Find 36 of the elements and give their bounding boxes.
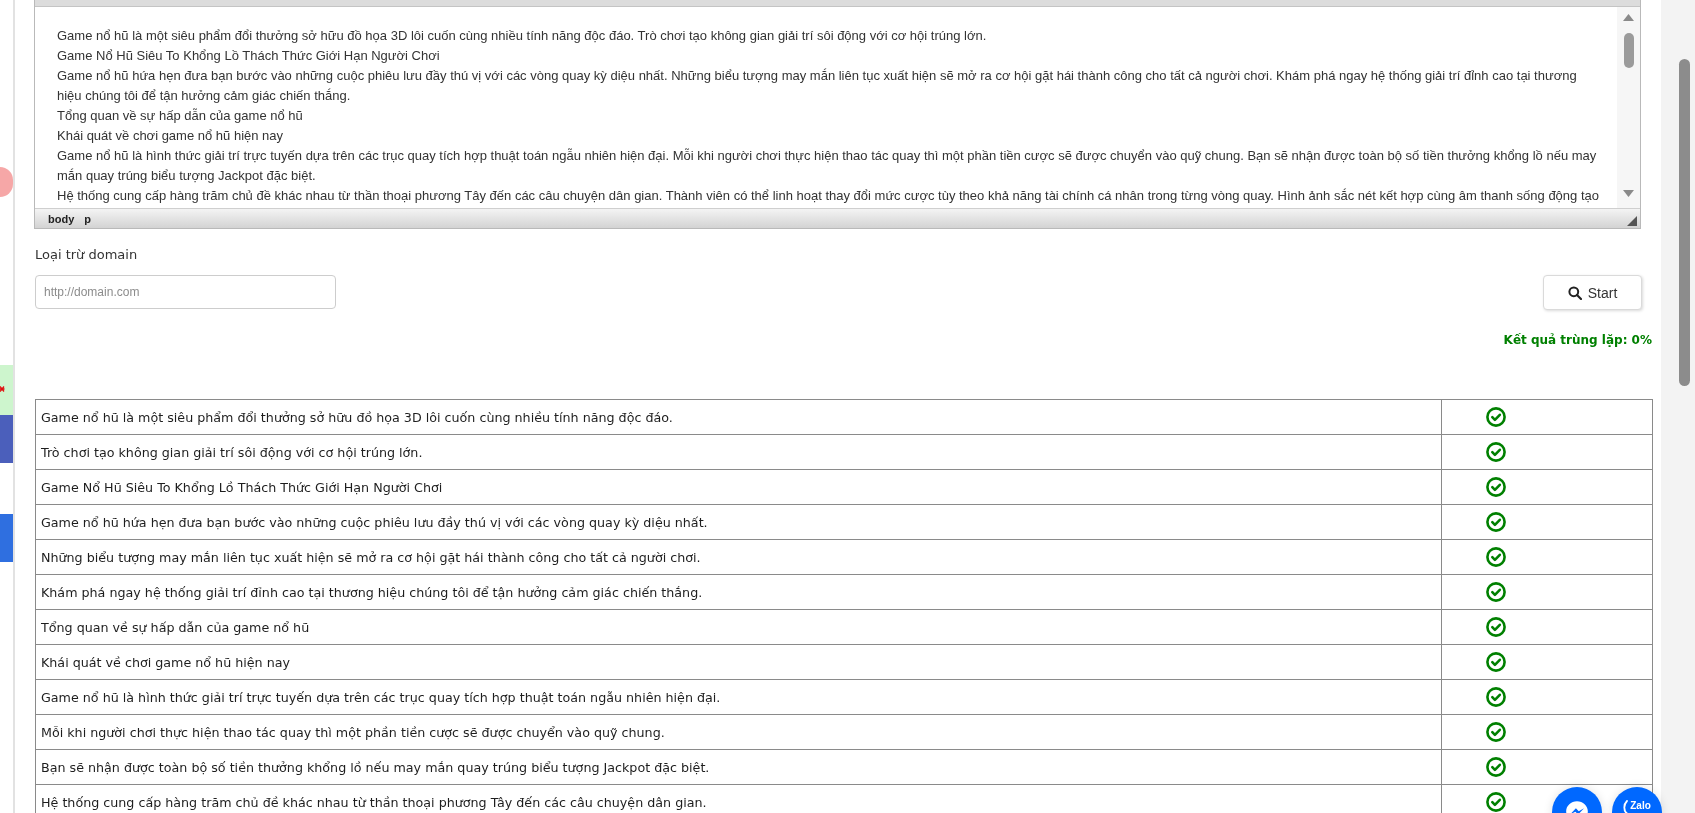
table-cell: Những biểu tượng may mắn liên tục xuất hiện sẽ mở ra cơ hội gặt hái thành công cho tất cả người chơi. (35, 539, 1442, 575)
path-item[interactable]: p (84, 212, 91, 225)
table-cell: Trò chơi tạo không gian giải trí sôi động với cơ hội trúng lớn. (35, 434, 1442, 470)
sidebar-tab[interactable] (0, 365, 13, 415)
scrollbar-thumb[interactable] (1679, 59, 1690, 386)
asterisk-icon (0, 385, 5, 393)
table-cell: Game nổ hũ là một siêu phẩm đổi thưởng sở hữu đồ họa 3D lôi cuốn cùng nhiều tính năng độc đáo. (35, 399, 1442, 435)
result-text: Kết quả trùng lặp: 0% (1503, 332, 1652, 349)
editor-paragraph: Tổng quan về sự hấp dẫn của game nổ hũ (57, 107, 304, 125)
arc-icon (1623, 800, 1629, 813)
scroll-down-icon[interactable] (1623, 190, 1634, 197)
field-label: Loại trừ domain (35, 246, 138, 264)
editor-paragraph: Game nổ hũ là hình thức giải trí trực tuyến dựa trên các trục quay tích hợp thuật toán ngẫu nhiên hiện đại. Mỗi khi người chơi thực hiện thao tác quay thì một phần tiền cược sẽ được chuyển vào quỹ chung. Bạn sẽ nhận được toàn bộ số tiền thưởng khổng lồ nếu may mắn quay trúng biểu tượng Jackpot đặc biệt. (57, 147, 1598, 185)
editor-paragraph: Game nổ hũ là một siêu phẩm đổi thưởng sở hữu đồ họa 3D lôi cuốn cùng nhiều tính năng độc đáo. Trò chơi tạo không gian giải trí sôi động với cơ hội trúng lớn. (57, 27, 988, 45)
table-cell: Game nổ hũ hứa hẹn đưa bạn bước vào những cuộc phiêu lưu đầy thú vị với các vòng quay kỳ diệu nhất. (35, 504, 1442, 540)
table-cell: Bạn sẽ nhận được toàn bộ số tiền thưởng khổng lồ nếu may mắn quay trúng biểu tượng Jackpot đặc biệt. (35, 749, 1442, 785)
editor-paragraph: Hệ thống cung cấp hàng trăm chủ đề khác nhau từ thần thoại phương Tây đến các câu chuyện dân gian. Thành viên có thể linh hoạt thay đổi mức cược tùy theo khả năng tài chính cá nhân trong từng vòng quay. Hình ảnh sắc nét kết hợp cùng âm thanh sống động tạo (57, 187, 1600, 205)
table-cell: Mỗi khi người chơi thực hiện thao tác quay thì một phần tiền cược sẽ được chuyển vào quỹ chung. (35, 714, 1442, 750)
table-cell: Tổng quan về sự hấp dẫn của game nổ hũ (35, 609, 1442, 645)
resize-handle-icon[interactable] (1627, 216, 1637, 226)
editor-scrollbar[interactable] (1617, 7, 1640, 208)
start-button[interactable]: Start (1543, 275, 1642, 310)
table-cell: Game nổ hũ là hình thức giải trí trực tuyến dựa trên các trục quay tích hợp thuật toán ngẫu nhiên hiện đại. (35, 679, 1442, 715)
table-cell: Hệ thống cung cấp hàng trăm chủ đề khác nhau từ thần thoại phương Tây đến các câu chuyện dân gian. (35, 784, 1442, 813)
table-cell: Game Nổ Hũ Siêu To Khổng Lồ Thách Thức Giới Hạn Người Chơi (35, 469, 1442, 505)
scroll-up-icon[interactable] (1623, 14, 1634, 21)
page-scrollbar[interactable] (1661, 0, 1695, 813)
editor-paragraph: Game Nổ Hũ Siêu To Khổng Lồ Thách Thức Giới Hạn Người Chơi (57, 47, 441, 65)
editor-paragraph: Game nổ hũ hứa hẹn đưa bạn bước vào những cuộc phiêu lưu đầy thú vị với các vòng quay kỳ diệu nhất. Những biểu tượng may mắn liên tục xuất hiện sẽ mở ra cơ hội gặt hái thành công cho tất cả người chơi. Khám phá ngay hệ thống giải trí đỉnh cao tại thương hiệu chúng tôi để tận hưởng cảm giác chiến thắng. (57, 67, 1578, 105)
search-icon (1567, 285, 1582, 300)
scrollbar-thumb[interactable] (1623, 33, 1634, 68)
path-item[interactable]: body (48, 212, 75, 225)
editor-paragraph: Khái quát về chơi game nổ hũ hiện nay (57, 127, 285, 145)
domain-input[interactable]: http://domain.com (35, 275, 336, 309)
table-cell: Khám phá ngay hệ thống giải trí đỉnh cao tại thương hiệu chúng tôi để tận hưởng cảm giác chiến thắng. (35, 574, 1442, 610)
table-cell: Khái quát về chơi game nổ hũ hiện nay (35, 644, 1442, 680)
